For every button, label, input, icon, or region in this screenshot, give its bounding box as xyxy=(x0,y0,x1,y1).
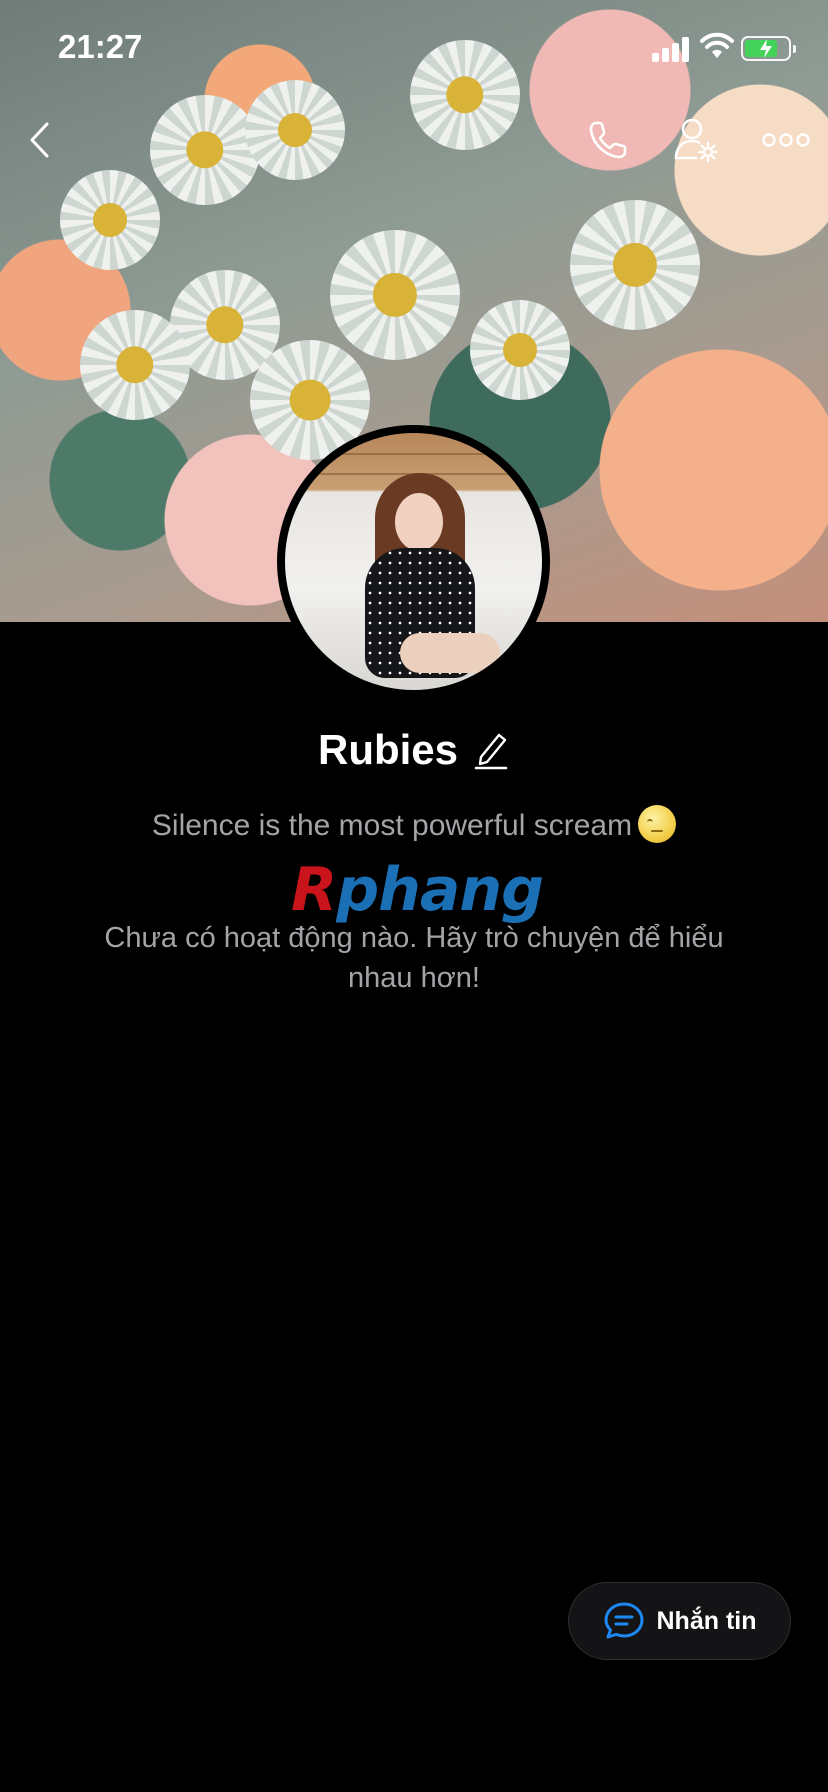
more-horizontal-icon xyxy=(762,133,810,147)
message-button-label: Nhắn tin xyxy=(656,1606,757,1635)
profile-bio-text: Silence is the most powerful scream xyxy=(151,809,633,842)
edit-pencil-icon[interactable] xyxy=(472,730,510,770)
watermark-logo: Rphang xyxy=(291,860,544,920)
avatar[interactable] xyxy=(277,425,550,698)
cover-flower xyxy=(80,310,190,420)
cover-flower xyxy=(330,230,460,360)
cellular-signal-icon xyxy=(652,36,692,62)
cover-flower xyxy=(150,95,260,205)
chat-bubble-icon xyxy=(604,1602,643,1639)
cover-flower xyxy=(60,170,160,270)
empty-activity-message: Chưa có hoạt động nào. Hãy trò chuyện để… xyxy=(104,922,724,994)
watermark-first: R xyxy=(291,855,337,925)
phone-icon xyxy=(589,121,627,159)
status-time: 21:27 xyxy=(58,28,143,65)
more-button[interactable] xyxy=(756,110,816,170)
profile-name: Rubies xyxy=(317,726,459,773)
avatar-photo xyxy=(285,433,542,690)
profile-bio: Silence is the most powerful scream xyxy=(0,805,828,843)
profile-name-row: Rubies xyxy=(0,726,828,774)
back-button[interactable] xyxy=(10,110,70,170)
neutral-face-emoji xyxy=(638,805,677,843)
cover-flower xyxy=(470,300,570,400)
cover-flower xyxy=(570,200,700,330)
user-settings-icon xyxy=(674,118,719,163)
status-bar: 21:27 xyxy=(0,0,828,100)
chevron-left-icon xyxy=(30,122,49,158)
battery-icon xyxy=(741,36,796,61)
watermark-rest: phang xyxy=(336,855,544,925)
message-button[interactable]: Nhắn tin xyxy=(568,1582,791,1660)
call-button[interactable] xyxy=(578,110,638,170)
profile-settings-button[interactable] xyxy=(666,110,726,170)
wifi-icon xyxy=(700,32,734,58)
